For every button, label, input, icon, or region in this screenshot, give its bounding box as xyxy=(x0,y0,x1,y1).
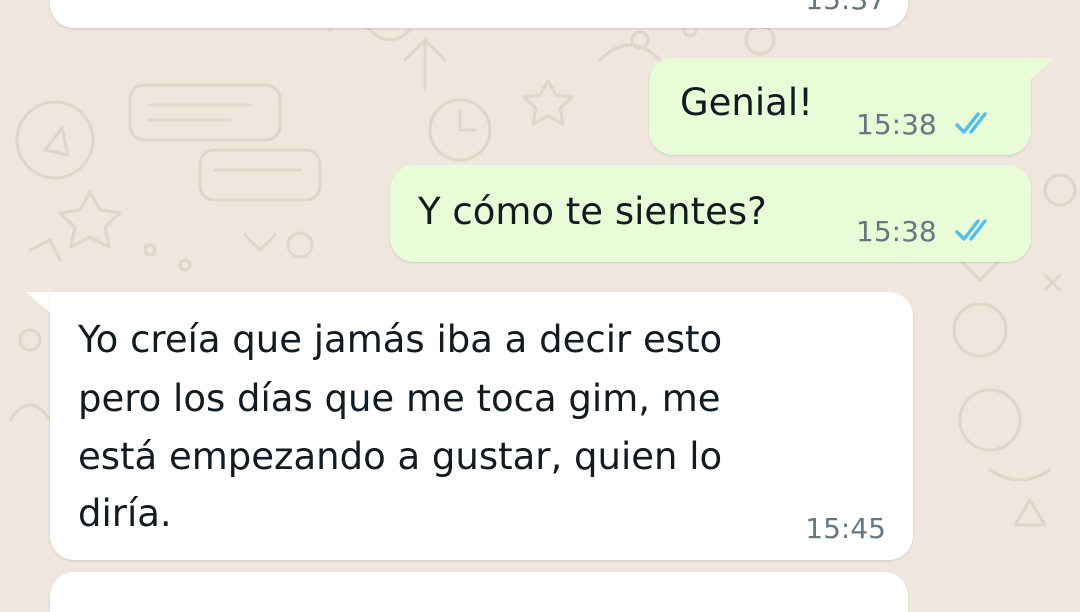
bubble-tail-outgoing xyxy=(1028,58,1054,80)
message-bubble-incoming-partial[interactable] xyxy=(50,572,908,612)
message-timestamp: 15:38 xyxy=(856,108,937,141)
message-timestamp: 15:38 xyxy=(856,215,937,248)
message-bubble-outgoing[interactable]: Genial! 15:38 xyxy=(649,58,1031,155)
message-bubble-incoming[interactable]: 15:37 xyxy=(50,0,908,28)
double-check-read-icon xyxy=(955,219,987,241)
message-text-line: Yo creía que jamás iba a decir esto xyxy=(78,318,723,361)
message-timestamp: 15:37 xyxy=(805,0,886,16)
message-bubble-incoming[interactable]: Yo creía que jamás iba a decir esto pero… xyxy=(50,292,913,560)
message-text-line: pero los días que me toca gim, me xyxy=(78,377,721,420)
message-text: Genial! xyxy=(680,81,813,124)
message-text-line: diría. xyxy=(78,492,172,535)
message-text: Y cómo te sientes? xyxy=(418,190,767,233)
message-text-line: está empezando a gustar, quien lo xyxy=(78,435,723,478)
message-timestamp: 15:45 xyxy=(805,512,886,545)
message-bubble-outgoing[interactable]: Y cómo te sientes? 15:38 xyxy=(390,165,1031,262)
chat-screen: { "chat": { "messages": [ { "direction":… xyxy=(0,0,1080,612)
double-check-read-icon xyxy=(955,112,987,134)
